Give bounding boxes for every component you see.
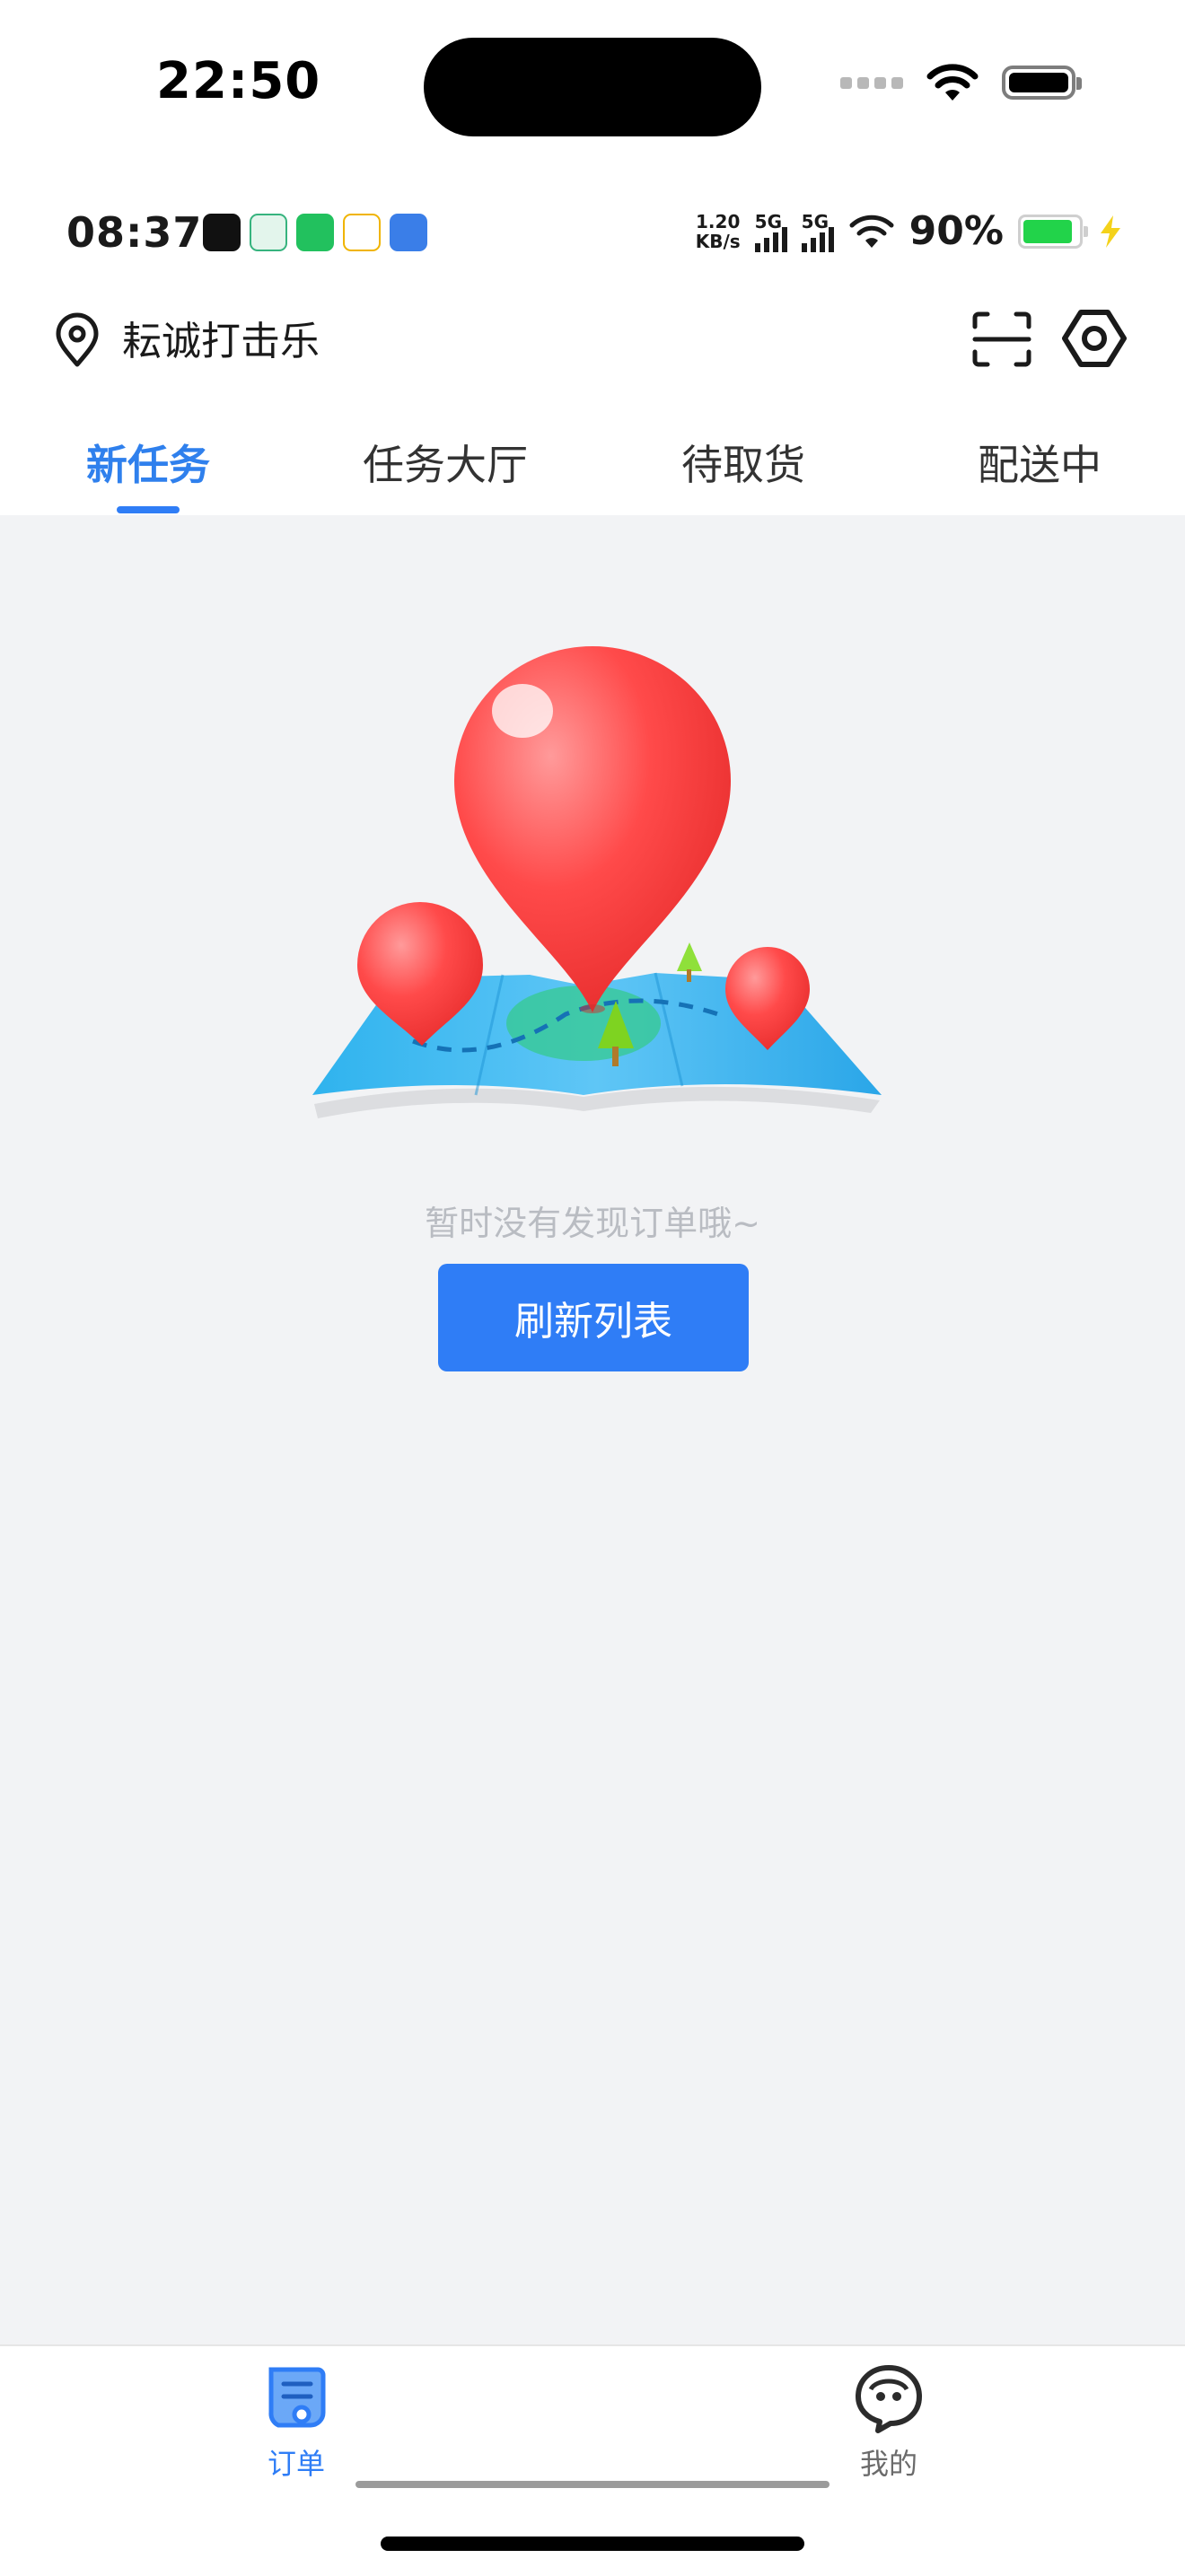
- location-name[interactable]: 耘诚打击乐: [122, 309, 320, 366]
- charging-icon: [1101, 215, 1120, 248]
- active-tab-indicator: [117, 506, 180, 513]
- tab-delivering[interactable]: 配送中: [932, 433, 1147, 492]
- tab-pending-pickup[interactable]: 待取货: [636, 433, 851, 492]
- nav-mine[interactable]: 我的: [799, 2361, 979, 2483]
- cellular-dots-icon: [840, 76, 903, 89]
- profile-face-icon: [856, 2365, 922, 2433]
- sim1-signal-icon: 5G: [754, 211, 787, 252]
- dynamic-island: [424, 38, 761, 136]
- home-app-icon: [250, 214, 287, 251]
- 58-app-icon: [343, 214, 381, 251]
- empty-map-illustration: [312, 646, 882, 1118]
- refresh-list-button[interactable]: 刷新列表: [438, 1264, 749, 1371]
- location-pin-icon[interactable]: [52, 312, 102, 368]
- nav-mine-label: 我的: [859, 2447, 917, 2481]
- bank-app-icon: [390, 214, 427, 251]
- tab-task-hall[interactable]: 任务大厅: [338, 433, 553, 492]
- battery-percent: 90%: [908, 208, 1004, 254]
- douyin-icon: [203, 214, 241, 251]
- battery-icon: [1018, 214, 1088, 249]
- notification-app-icons: [203, 214, 427, 251]
- ios-status-icons: [840, 63, 1082, 102]
- empty-state-message: 暂时没有发现订单哦~: [425, 1204, 760, 1243]
- ios-battery-icon: [1002, 66, 1082, 100]
- app-status-right: 1.20 KB/s 5G 5G 90%: [696, 208, 1124, 254]
- wifi-icon: [849, 215, 894, 248]
- home-indicator[interactable]: [381, 2537, 804, 2551]
- horizontal-scrollbar[interactable]: [356, 2481, 830, 2488]
- wechat-icon: [296, 214, 334, 251]
- nav-orders-label: 订单: [267, 2447, 325, 2481]
- net-speed: 1.20 KB/s: [695, 210, 741, 252]
- orders-scroll-icon: [268, 2367, 326, 2428]
- wifi-icon: [926, 64, 979, 101]
- ios-clock: 22:50: [156, 52, 321, 110]
- scan-icon[interactable]: [971, 311, 1032, 368]
- nav-orders[interactable]: 订单: [206, 2361, 386, 2483]
- eye-icon[interactable]: [1061, 307, 1128, 370]
- app-status-clock: 08:37: [66, 208, 203, 257]
- sim2-signal-icon: 5G: [801, 211, 834, 252]
- tab-new-task[interactable]: 新任务: [40, 433, 256, 492]
